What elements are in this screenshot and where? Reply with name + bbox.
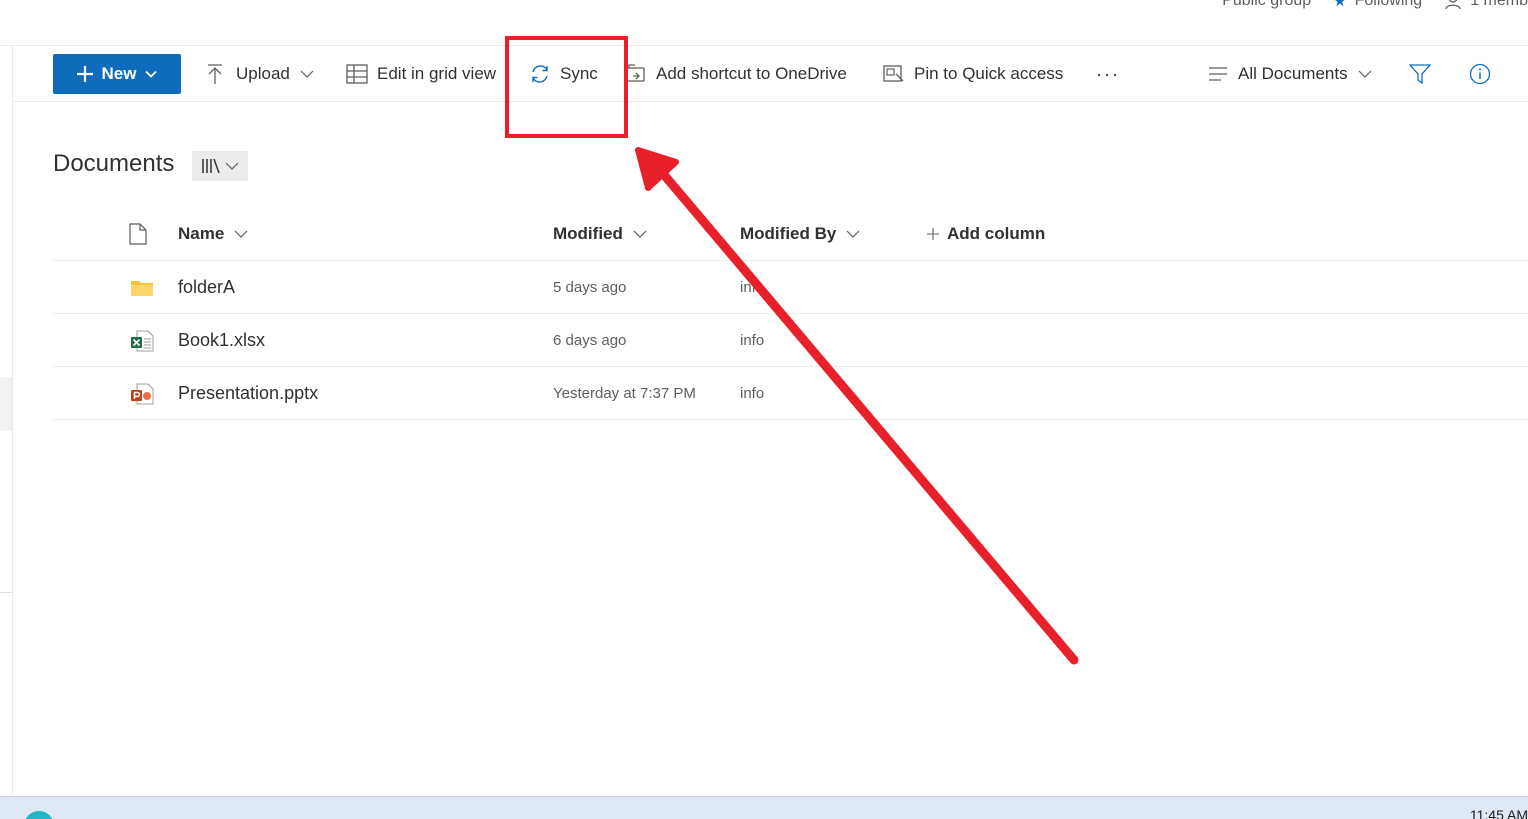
chevron-down-icon	[225, 162, 239, 170]
more-options-button[interactable]: ···	[1096, 46, 1120, 102]
powerpoint-file-icon	[128, 367, 156, 420]
upload-button[interactable]: Upload	[206, 46, 314, 102]
modified-by-name: info	[740, 385, 765, 402]
info-icon	[1469, 63, 1491, 85]
edit-grid-view-button[interactable]: Edit in grid view	[346, 46, 496, 102]
star-icon: ★	[1333, 0, 1347, 10]
chevron-down-icon	[300, 70, 314, 78]
more-label: ···	[1096, 63, 1120, 84]
modified-by-column-header[interactable]: Modified By	[740, 207, 860, 260]
folder-icon	[128, 261, 156, 314]
upload-arrow-icon	[208, 64, 222, 84]
list-view-icon	[1209, 67, 1227, 81]
chevron-down-icon	[145, 70, 158, 78]
table-row[interactable]: Book1.xlsx 6 days ago info	[53, 314, 1528, 367]
plus-icon	[927, 227, 939, 240]
modified-date: 6 days ago	[553, 332, 627, 349]
left-nav-selected-item[interactable]	[0, 377, 12, 431]
chevron-down-icon	[234, 230, 248, 238]
table-row[interactable]: Presentation.pptx Yesterday at 7:37 PM i…	[53, 367, 1528, 420]
new-button-label: New	[101, 64, 137, 83]
site-header: Public group ★ Following 1 memb	[0, 0, 1528, 46]
taskbar-clock: 11:45 AM	[1469, 807, 1528, 819]
filter-icon	[1409, 64, 1431, 85]
view-label: All Documents	[1238, 64, 1348, 83]
modified-header-label: Modified	[553, 223, 623, 243]
file-name-link[interactable]: folderA	[178, 261, 235, 314]
left-nav-border	[12, 46, 13, 796]
add-shortcut-button[interactable]: Add shortcut to OneDrive	[625, 46, 847, 102]
file-list: Name Modified Modified By Add column fol…	[53, 207, 1528, 420]
add-column-label: Add column	[947, 223, 1046, 243]
info-button[interactable]	[1469, 46, 1491, 102]
file-list-header: Name Modified Modified By Add column	[53, 207, 1528, 261]
modified-column-header[interactable]: Modified	[553, 207, 647, 260]
add-shortcut-label: Add shortcut to OneDrive	[656, 64, 847, 83]
person-icon	[1445, 0, 1461, 10]
pin-label: Pin to Quick access	[914, 64, 1064, 83]
view-selector[interactable]: All Documents	[1208, 46, 1372, 102]
filter-button[interactable]	[1409, 46, 1431, 102]
follow-label: Following	[1354, 0, 1423, 9]
library-title: Documents	[53, 150, 175, 177]
cloud-link-icon	[625, 64, 645, 82]
library-icon	[202, 158, 220, 174]
taskbar: 11:45 AM	[0, 796, 1528, 819]
new-button[interactable]: New	[53, 54, 181, 94]
grid-view-label: Edit in grid view	[377, 64, 497, 83]
members-label: 1 memb	[1470, 0, 1528, 9]
file-name-link[interactable]: Book1.xlsx	[178, 314, 265, 367]
modified-date: 5 days ago	[553, 279, 627, 296]
file-name-link[interactable]: Presentation.pptx	[178, 367, 318, 420]
command-bar: New Upload Edit in grid view Sync Add sh…	[13, 46, 1528, 102]
pin-quick-access-button[interactable]: Pin to Quick access	[883, 46, 1063, 102]
modified-date: Yesterday at 7:37 PM	[553, 385, 696, 402]
add-column-button[interactable]: Add column	[927, 207, 1045, 260]
modified-by-name: info	[740, 279, 765, 296]
document-icon	[129, 222, 147, 245]
modified-by-header-label: Modified By	[740, 223, 837, 243]
name-column-header[interactable]: Name	[178, 207, 248, 260]
annotation-highlight-box	[505, 36, 628, 138]
pin-icon	[883, 65, 904, 82]
table-row[interactable]: folderA 5 days ago info	[53, 261, 1528, 314]
left-nav-divider	[0, 592, 12, 593]
site-header-meta: Public group ★ Following 1 memb	[1222, 0, 1528, 10]
library-switch-button[interactable]	[192, 151, 248, 181]
chevron-down-icon	[1358, 70, 1372, 78]
excel-file-icon	[128, 314, 156, 367]
file-type-column-header[interactable]	[128, 207, 148, 260]
follow-button[interactable]: ★ Following	[1333, 0, 1422, 10]
chevron-down-icon	[633, 230, 647, 238]
grid-icon	[346, 64, 368, 84]
group-privacy-label: Public group	[1222, 0, 1312, 9]
chevron-down-icon	[846, 230, 860, 238]
members-button[interactable]: 1 memb	[1444, 0, 1528, 10]
plus-icon	[76, 66, 93, 82]
taskbar-app-icon[interactable]	[24, 811, 54, 819]
upload-label: Upload	[236, 64, 290, 83]
modified-by-name: info	[740, 332, 765, 349]
name-header-label: Name	[178, 223, 225, 243]
